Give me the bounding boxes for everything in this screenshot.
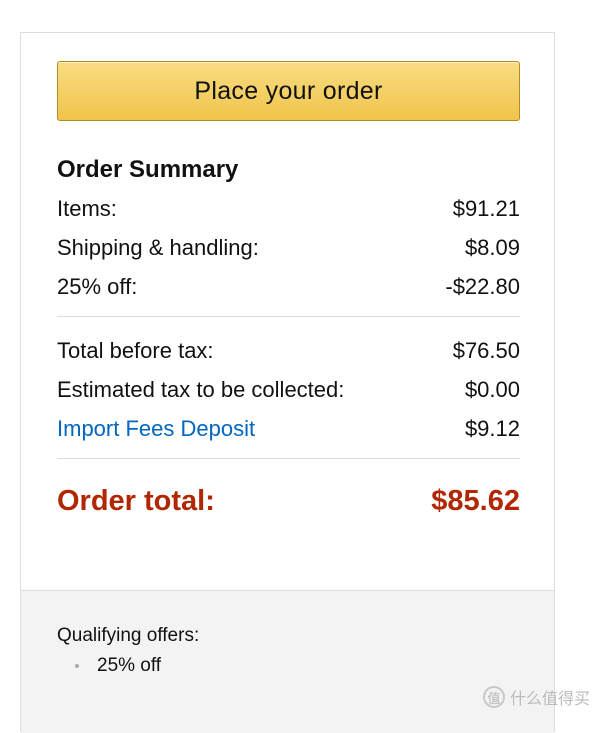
offer-label: 25% off <box>97 655 161 677</box>
qualifying-offers-section: Qualifying offers: 25% off <box>21 590 554 733</box>
divider <box>57 316 520 317</box>
row-label: Shipping & handling: <box>57 235 259 261</box>
row-value: $91.21 <box>453 196 520 222</box>
summary-row-shipping: Shipping & handling: $8.09 <box>57 228 520 267</box>
watermark: 值 什么值得买 <box>483 685 590 709</box>
order-summary-panel: Place your order Order Summary Items: $9… <box>20 32 555 732</box>
summary-row-total-before-tax: Total before tax: $76.50 <box>57 331 520 370</box>
summary-row-estimated-tax: Estimated tax to be collected: $0.00 <box>57 370 520 409</box>
summary-row-discount: 25% off: -$22.80 <box>57 267 520 306</box>
summary-top-section: Place your order Order Summary Items: $9… <box>21 33 554 590</box>
summary-row-import-fees: Import Fees Deposit $9.12 <box>57 409 520 448</box>
place-order-button[interactable]: Place your order <box>57 61 520 121</box>
row-value: -$22.80 <box>445 274 520 300</box>
qualifying-offers-title: Qualifying offers: <box>57 625 199 647</box>
row-value: $9.12 <box>465 416 520 442</box>
row-value: $76.50 <box>453 338 520 364</box>
row-label: 25% off: <box>57 274 137 300</box>
watermark-logo-icon: 值 <box>483 686 505 708</box>
watermark-text: 什么值得买 <box>510 685 590 709</box>
import-fees-link[interactable]: Import Fees Deposit <box>57 416 255 442</box>
divider <box>57 458 520 459</box>
row-label: Total before tax: <box>57 338 214 364</box>
order-total-row: Order total: $85.62 <box>57 473 520 529</box>
row-label: Estimated tax to be collected: <box>57 377 344 403</box>
list-item: 25% off <box>75 655 161 677</box>
row-label: Items: <box>57 196 117 222</box>
summary-row-items: Items: $91.21 <box>57 189 520 228</box>
row-value: $8.09 <box>465 235 520 261</box>
order-total-value: $85.62 <box>431 485 520 518</box>
order-summary: Order Summary Items: $91.21 Shipping & h… <box>57 151 520 529</box>
order-total-label: Order total: <box>57 485 215 518</box>
order-summary-title: Order Summary <box>57 151 520 189</box>
qualifying-offers-list: 25% off <box>75 655 161 677</box>
bullet-icon <box>75 664 79 668</box>
row-value: $0.00 <box>465 377 520 403</box>
